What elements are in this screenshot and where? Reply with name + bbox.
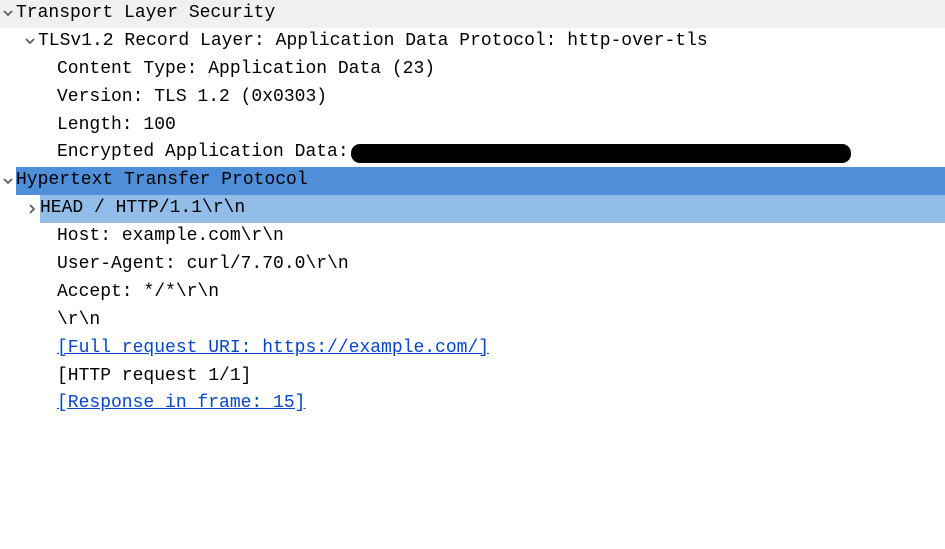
http-request-number: [HTTP request 1/1]	[57, 363, 251, 391]
http-request-line: HEAD / HTTP/1.1\r\n	[40, 198, 245, 218]
chevron-down-icon[interactable]	[0, 172, 16, 191]
tree-row-tls[interactable]: Transport Layer Security	[0, 0, 945, 28]
tree-row-tls-record[interactable]: TLSv1.2 Record Layer: Application Data P…	[0, 28, 945, 56]
tree-row-http-crlf[interactable]: \r\n	[0, 307, 945, 335]
http-accept: Accept: */*\r\n	[57, 279, 219, 307]
encrypted-data-label: Encrypted Application Data:	[57, 139, 349, 167]
http-host: Host: example.com\r\n	[57, 223, 284, 251]
tree-row-http-accept[interactable]: Accept: */*\r\n	[0, 279, 945, 307]
http-crlf: \r\n	[57, 307, 100, 335]
chevron-right-icon[interactable]	[24, 200, 40, 219]
http-user-agent: User-Agent: curl/7.70.0\r\n	[57, 251, 349, 279]
http-response-frame-link[interactable]: [Response in frame: 15]	[57, 390, 305, 418]
version-field: Version: TLS 1.2 (0x0303)	[57, 84, 327, 112]
chevron-down-icon[interactable]	[22, 33, 38, 52]
tree-row-http-req-num[interactable]: [HTTP request 1/1]	[0, 363, 945, 391]
tree-row-content-type[interactable]: Content Type: Application Data (23)	[0, 56, 945, 84]
tree-row-version[interactable]: Version: TLS 1.2 (0x0303)	[0, 84, 945, 112]
tree-row-http-full-uri[interactable]: [Full request URI: https://example.com/]	[0, 335, 945, 363]
tls-title: Transport Layer Security	[16, 0, 275, 28]
tree-row-http-request-line[interactable]: HEAD / HTTP/1.1\r\n	[0, 195, 945, 223]
http-full-uri-link[interactable]: [Full request URI: https://example.com/]	[57, 335, 489, 363]
http-title: Hypertext Transfer Protocol	[16, 170, 308, 190]
tree-row-http[interactable]: Hypertext Transfer Protocol	[0, 167, 945, 195]
length-field: Length: 100	[57, 112, 176, 140]
content-type-field: Content Type: Application Data (23)	[57, 56, 435, 84]
tree-row-encrypted-data[interactable]: Encrypted Application Data:	[0, 139, 945, 167]
tree-row-http-user-agent[interactable]: User-Agent: curl/7.70.0\r\n	[0, 251, 945, 279]
tree-row-http-host[interactable]: Host: example.com\r\n	[0, 223, 945, 251]
chevron-down-icon[interactable]	[0, 5, 16, 24]
redacted-data-icon	[351, 144, 851, 163]
tls-record-title: TLSv1.2 Record Layer: Application Data P…	[38, 28, 708, 56]
tree-row-length[interactable]: Length: 100	[0, 112, 945, 140]
tree-row-http-response-frame[interactable]: [Response in frame: 15]	[0, 390, 945, 418]
